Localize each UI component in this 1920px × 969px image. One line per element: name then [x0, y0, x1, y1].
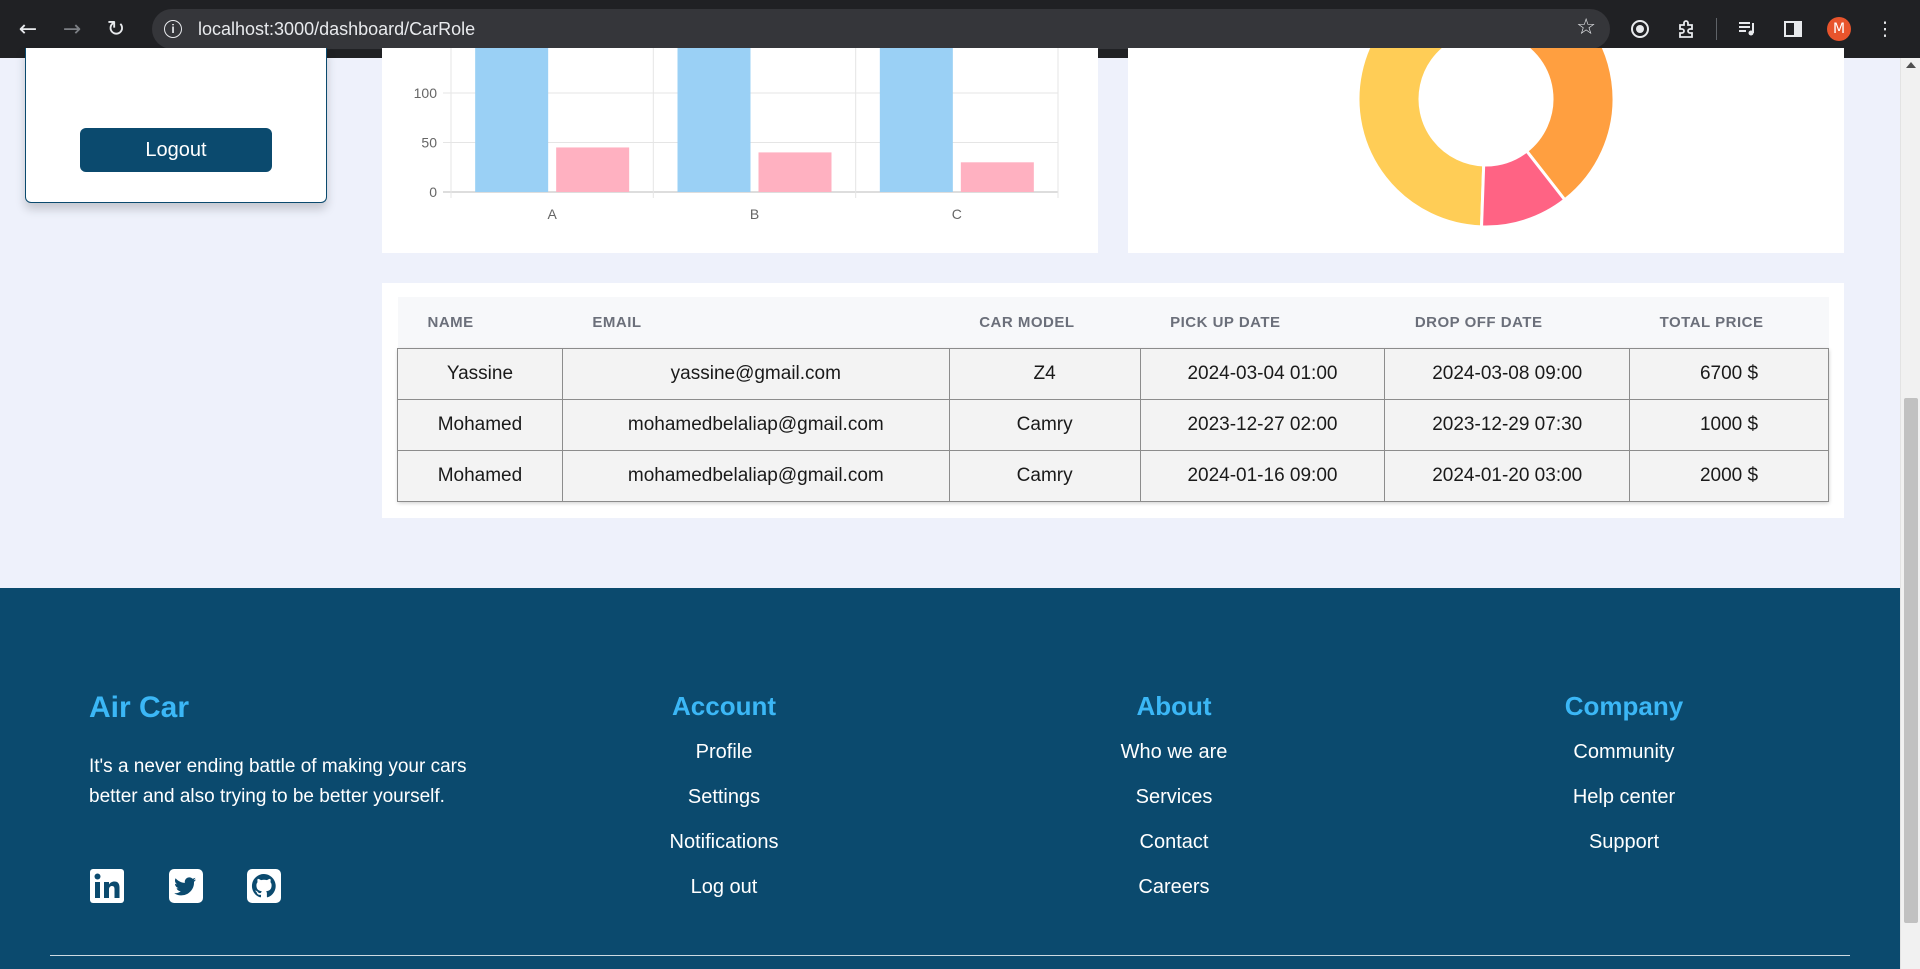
- cell-car-model: Camry: [948, 398, 1141, 451]
- header-name: NAME: [427, 313, 474, 331]
- footer-tagline: It's a never ending battle of making you…: [89, 756, 467, 807]
- cell-drop-off-date: 2023-12-29 07:30: [1384, 398, 1631, 451]
- cell-car-model: Z4: [948, 347, 1141, 400]
- forward-icon[interactable]: →: [50, 7, 94, 51]
- cell-pick-up-date: 2024-03-04 01:00: [1139, 347, 1386, 400]
- bar: [556, 147, 630, 192]
- bar: [758, 152, 832, 192]
- footer-column-about: About Who we are Services Contact Career…: [1044, 691, 1304, 917]
- cell-pick-up-date: 2023-12-27 02:00: [1139, 398, 1386, 451]
- footer-link-contact[interactable]: Contact: [1044, 827, 1304, 872]
- header-total-price: TOTAL PRICE: [1659, 313, 1764, 331]
- media-icon[interactable]: [1727, 9, 1767, 49]
- reservations-card: NAME EMAIL CAR MODEL PICK UP DATE DROP O…: [382, 283, 1844, 518]
- page-scrollbar[interactable]: [1900, 58, 1920, 969]
- cell-email: yassine@gmail.com: [561, 347, 950, 400]
- footer-link-careers[interactable]: Careers: [1044, 872, 1304, 917]
- table-header-row: NAME EMAIL CAR MODEL PICK UP DATE DROP O…: [397, 297, 1829, 348]
- github-icon[interactable]: [246, 868, 282, 904]
- linkedin-icon[interactable]: [89, 868, 125, 904]
- bar-chart: 0 50 100 A B C: [414, 48, 1059, 222]
- footer-link-notifications[interactable]: Notifications: [594, 827, 854, 872]
- footer-link-log-out[interactable]: Log out: [594, 872, 854, 917]
- footer-link-support[interactable]: Support: [1494, 827, 1754, 872]
- donut-chart-card: [1128, 48, 1844, 253]
- toolbar-divider: [1716, 18, 1717, 40]
- footer-link-profile[interactable]: Profile: [594, 737, 854, 782]
- cell-car-model: Camry: [948, 449, 1141, 502]
- scroll-up-icon[interactable]: [1906, 62, 1916, 68]
- footer-column-title: Account: [672, 691, 776, 721]
- y-tick-label: 50: [421, 135, 437, 151]
- header-drop-off-date: DROP OFF DATE: [1414, 313, 1543, 331]
- footer-column-title: About: [1136, 691, 1212, 721]
- header-car-model: CAR MODEL: [979, 313, 1075, 331]
- cell-name: Mohamed: [397, 398, 563, 451]
- cell-name: Mohamed: [397, 449, 563, 502]
- address-url[interactable]: localhost:3000/dashboard/CarRole: [198, 19, 475, 40]
- footer-column-title: Company: [1564, 691, 1684, 721]
- extension-icon[interactable]: [1620, 9, 1660, 49]
- x-tick-label: C: [952, 206, 962, 222]
- sidebar-card: Logout: [25, 48, 327, 203]
- footer-link-settings[interactable]: Settings: [594, 782, 854, 827]
- cell-email: mohamedbelaliap@gmail.com: [561, 449, 950, 502]
- cell-total-price: 1000 $: [1629, 398, 1829, 451]
- footer-link-services[interactable]: Services: [1044, 782, 1304, 827]
- site-info-icon[interactable]: i: [164, 20, 182, 38]
- footer-column-company: Company Community Help center Support: [1494, 691, 1754, 872]
- bar: [879, 48, 953, 192]
- header-pick-up-date: PICK UP DATE: [1170, 313, 1281, 331]
- footer-link-help-center[interactable]: Help center: [1494, 782, 1754, 827]
- logout-button[interactable]: Logout: [80, 128, 272, 172]
- bar: [677, 48, 751, 192]
- back-icon[interactable]: ←: [6, 7, 50, 51]
- cell-email: mohamedbelaliap@gmail.com: [561, 398, 950, 451]
- donut-chart: [1356, 48, 1616, 229]
- table-row: Mohamed mohamedbelaliap@gmail.com Camry …: [397, 398, 1829, 451]
- cell-drop-off-date: 2024-03-08 09:00: [1384, 347, 1631, 400]
- reload-icon[interactable]: ↻: [94, 7, 138, 51]
- x-tick-label: B: [750, 206, 759, 222]
- bar-chart-card: 0 50 100 A B C: [382, 48, 1098, 253]
- cell-total-price: 6700 $: [1629, 347, 1829, 400]
- bookmark-star-icon[interactable]: ☆: [1576, 15, 1596, 40]
- site-footer: Air Car It's a never ending battle of ma…: [0, 588, 1900, 969]
- cell-name: Yassine: [397, 347, 563, 400]
- footer-link-who-we-are[interactable]: Who we are: [1044, 737, 1304, 782]
- avatar: M: [1827, 17, 1851, 41]
- table-row: Mohamed mohamedbelaliap@gmail.com Camry …: [397, 449, 1829, 502]
- puzzle-icon[interactable]: [1666, 9, 1706, 49]
- cell-pick-up-date: 2024-01-16 09:00: [1139, 449, 1386, 502]
- address-bar[interactable]: i localhost:3000/dashboard/CarRole ☆: [152, 9, 1610, 49]
- reservations-table: NAME EMAIL CAR MODEL PICK UP DATE DROP O…: [397, 297, 1829, 502]
- cell-drop-off-date: 2024-01-20 03:00: [1384, 449, 1631, 502]
- table-row: Yassine yassine@gmail.com Z4 2024-03-04 …: [397, 347, 1829, 400]
- y-tick-label: 0: [429, 184, 437, 200]
- footer-link-community[interactable]: Community: [1494, 737, 1754, 782]
- y-tick-label: 100: [414, 85, 438, 101]
- x-tick-label: A: [547, 206, 557, 222]
- cell-total-price: 2000 $: [1629, 449, 1829, 502]
- profile-avatar[interactable]: M: [1819, 9, 1859, 49]
- twitter-icon[interactable]: [168, 868, 204, 904]
- footer-column-account: Account Profile Settings Notifications L…: [594, 691, 854, 917]
- side-panel-icon[interactable]: [1773, 9, 1813, 49]
- header-email: EMAIL: [592, 313, 642, 331]
- scroll-thumb[interactable]: [1904, 398, 1918, 923]
- bar: [960, 162, 1034, 192]
- footer-divider: [50, 955, 1850, 956]
- menu-icon[interactable]: ⋮: [1865, 9, 1905, 49]
- footer-brand: Air Car: [89, 691, 190, 724]
- bar: [475, 48, 549, 192]
